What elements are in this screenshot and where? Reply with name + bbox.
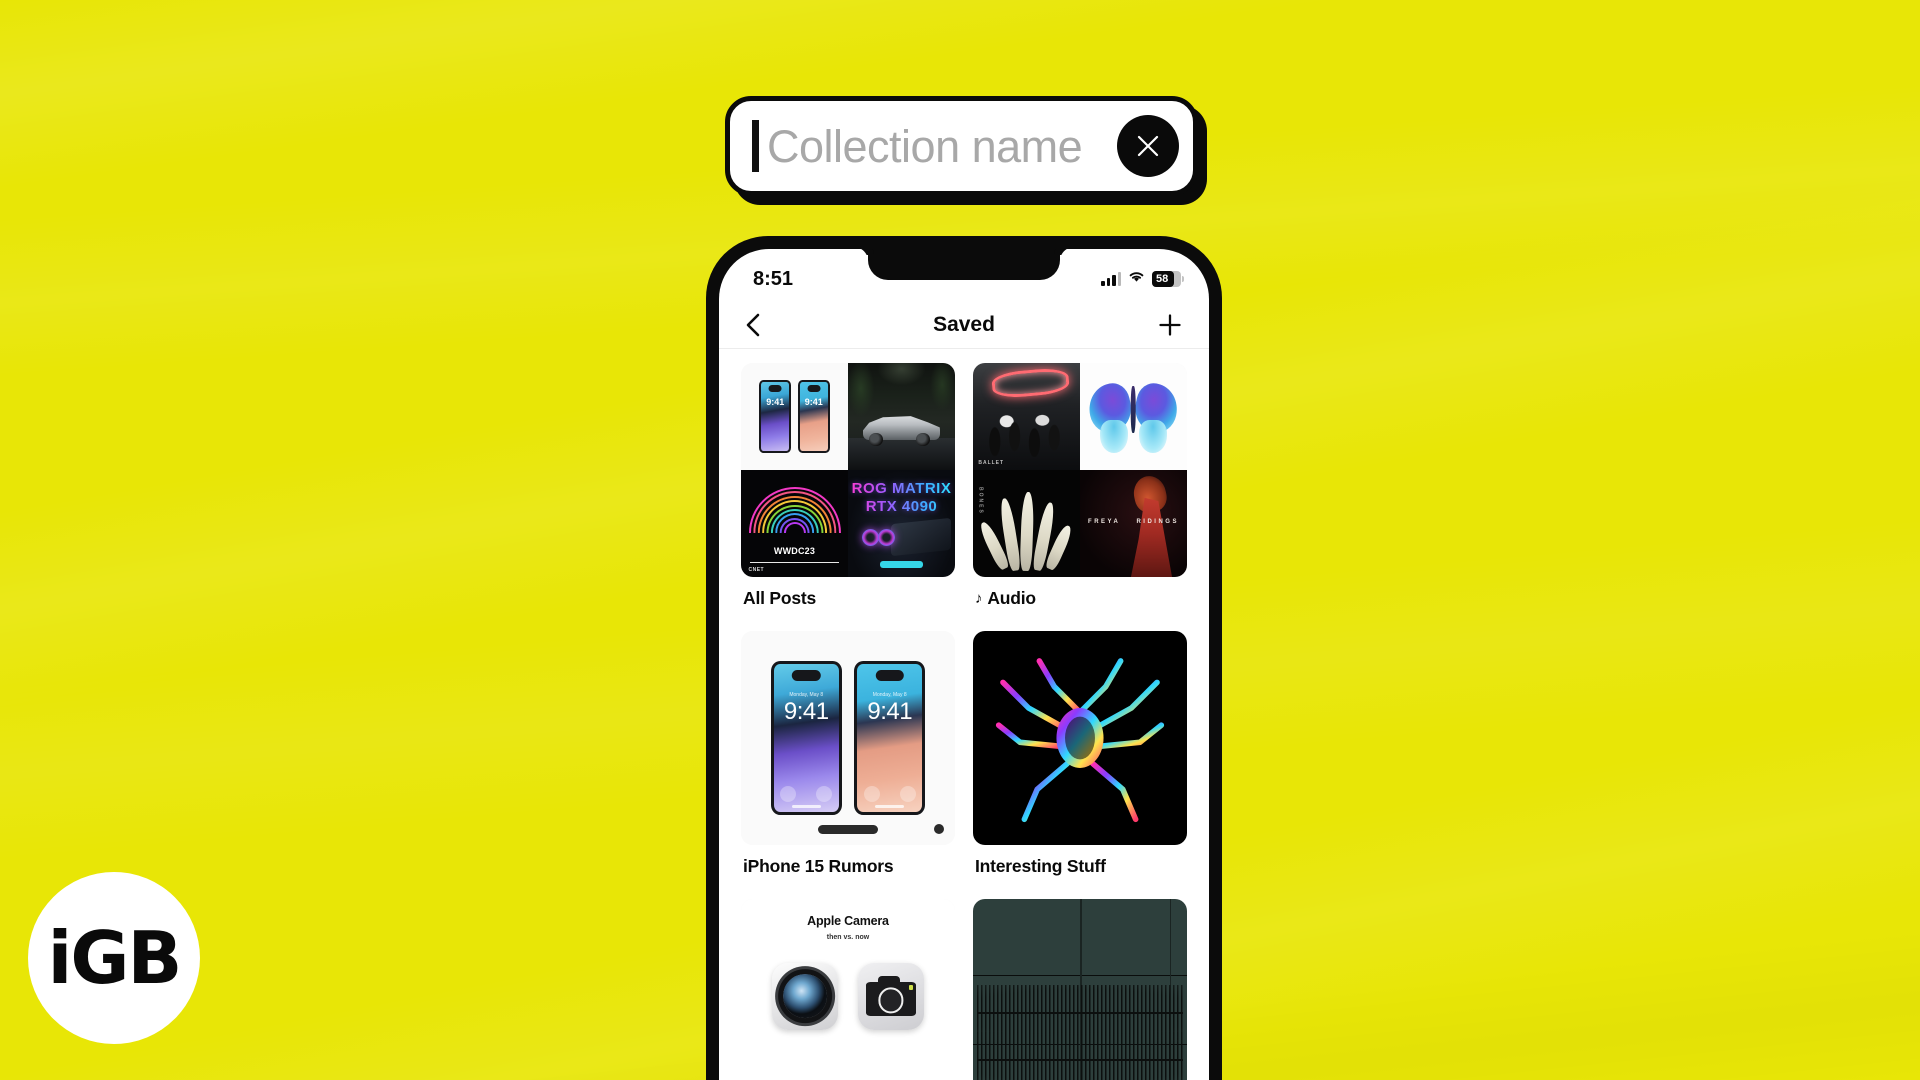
collection-label: All Posts [741, 577, 955, 629]
wwdc23-thumb: WWDC23 CNET [741, 470, 848, 577]
collection-item-all-posts[interactable]: 9:41 9:41 WWDC23 CNET ROG MATRIX RTX 409… [741, 363, 955, 629]
status-indicators: 58 [1101, 270, 1184, 288]
camera-title: Apple Camera [807, 913, 889, 928]
collection-label: iPhone 15 Rumors [741, 845, 955, 897]
collection-item-interesting-stuff[interactable]: Interesting Stuff [973, 631, 1187, 897]
thumb-time: 9:41 [804, 397, 823, 408]
xray-hand-album-thumb: BONES [973, 470, 1080, 577]
collections-grid: 9:41 9:41 WWDC23 CNET ROG MATRIX RTX 409… [719, 349, 1209, 1080]
wifi-icon [1128, 270, 1145, 288]
signal-bars-icon [1101, 272, 1121, 286]
collection-item-audio-waveform[interactable] [973, 899, 1187, 1080]
spiderverse-logo-thumb [973, 631, 1187, 845]
phone-screen: 8:51 58 Saved 9:41 9:41 WWDC23 CNET ROG … [719, 249, 1209, 1080]
iphone-lockscreens-thumb: 9:41 9:41 [741, 363, 848, 470]
battery-icon: 58 [1152, 271, 1184, 287]
album-title: RIDINGS [1136, 519, 1179, 526]
audio-waveform-thumb [973, 899, 1187, 1080]
neon-dancers-album-thumb: BALLET [973, 363, 1080, 470]
collection-thumbnail[interactable]: BALLET BONES FREYA RIDINGS [973, 363, 1187, 577]
old-camera-icon [772, 963, 839, 1030]
collection-label-text: iPhone 15 Rumors [743, 856, 894, 876]
chevron-left-icon[interactable] [745, 312, 785, 338]
collection-name-input-callout[interactable]: Collection name [725, 96, 1198, 196]
collection-item-audio[interactable]: BALLET BONES FREYA RIDINGS ♪ Audio [973, 363, 1187, 629]
close-x-icon[interactable] [1117, 115, 1179, 177]
status-time: 8:51 [753, 267, 794, 290]
collection-label-text: Audio [987, 588, 1036, 608]
collection-item-iphone-15-rumors[interactable]: Monday, May 8 9:41 Monday, May 8 9:41 iP… [741, 631, 955, 897]
status-bar: 8:51 58 [719, 249, 1209, 301]
nav-bar: Saved [719, 301, 1209, 349]
collection-thumbnail[interactable]: 9:41 9:41 WWDC23 CNET ROG MATRIX RTX 409… [741, 363, 955, 577]
iphone-mockup: 8:51 58 Saved 9:41 9:41 WWDC23 CNET ROG … [706, 236, 1222, 1080]
album-caption: BALLET [978, 459, 1005, 466]
camera-subtitle: then vs. now [826, 934, 870, 942]
rog-line-1: ROG MATRIX [848, 480, 955, 497]
page-title: Saved [933, 312, 995, 336]
thumb-time: 9:41 [766, 397, 785, 408]
collection-thumbnail[interactable]: Monday, May 8 9:41 Monday, May 8 9:41 [741, 631, 955, 845]
album-artist: FREYA [1088, 519, 1121, 526]
collection-item-apple-camera[interactable]: Apple Camera then vs. now [741, 899, 955, 1080]
lockscreen-time: 9:41 [867, 698, 913, 725]
collection-label: ♪ Audio [973, 577, 1187, 629]
collection-label: Interesting Stuff [973, 845, 1187, 897]
iphone-15-lockscreens-thumb: Monday, May 8 9:41 Monday, May 8 9:41 [741, 631, 955, 845]
igb-logo: iGB [28, 872, 200, 1044]
collection-name-input[interactable]: Collection name [767, 124, 1117, 169]
rog-line-2: RTX 4090 [848, 498, 955, 515]
text-caret [752, 120, 759, 172]
plus-icon[interactable] [1143, 312, 1183, 338]
collection-thumbnail[interactable] [973, 899, 1187, 1080]
collection-thumbnail[interactable] [973, 631, 1187, 845]
butterfly-album-thumb [1080, 363, 1187, 470]
igb-logo-text: iGB [47, 916, 183, 1000]
new-camera-icon [857, 963, 924, 1030]
collection-label-text: All Posts [743, 588, 817, 608]
delorean-car-thumb [848, 363, 955, 470]
album-caption: BONES [977, 487, 984, 515]
freya-ridings-album-thumb: FREYA RIDINGS [1080, 470, 1187, 577]
rog-matrix-rtx-thumb: ROG MATRIX RTX 4090 [848, 470, 955, 577]
wwdc-caption: WWDC23 [773, 545, 816, 556]
music-note-icon: ♪ [975, 590, 983, 607]
collection-thumbnail[interactable]: Apple Camera then vs. now [741, 899, 955, 1080]
lockscreen-time: 9:41 [783, 698, 829, 725]
battery-percent: 58 [1156, 272, 1169, 285]
wwdc-source: CNET [748, 566, 765, 573]
collection-label-text: Interesting Stuff [975, 856, 1106, 876]
screenshot-canvas: Collection name 8:51 58 Saved 9:41 9:41 … [0, 0, 1920, 1080]
apple-camera-thumb: Apple Camera then vs. now [741, 899, 955, 1080]
